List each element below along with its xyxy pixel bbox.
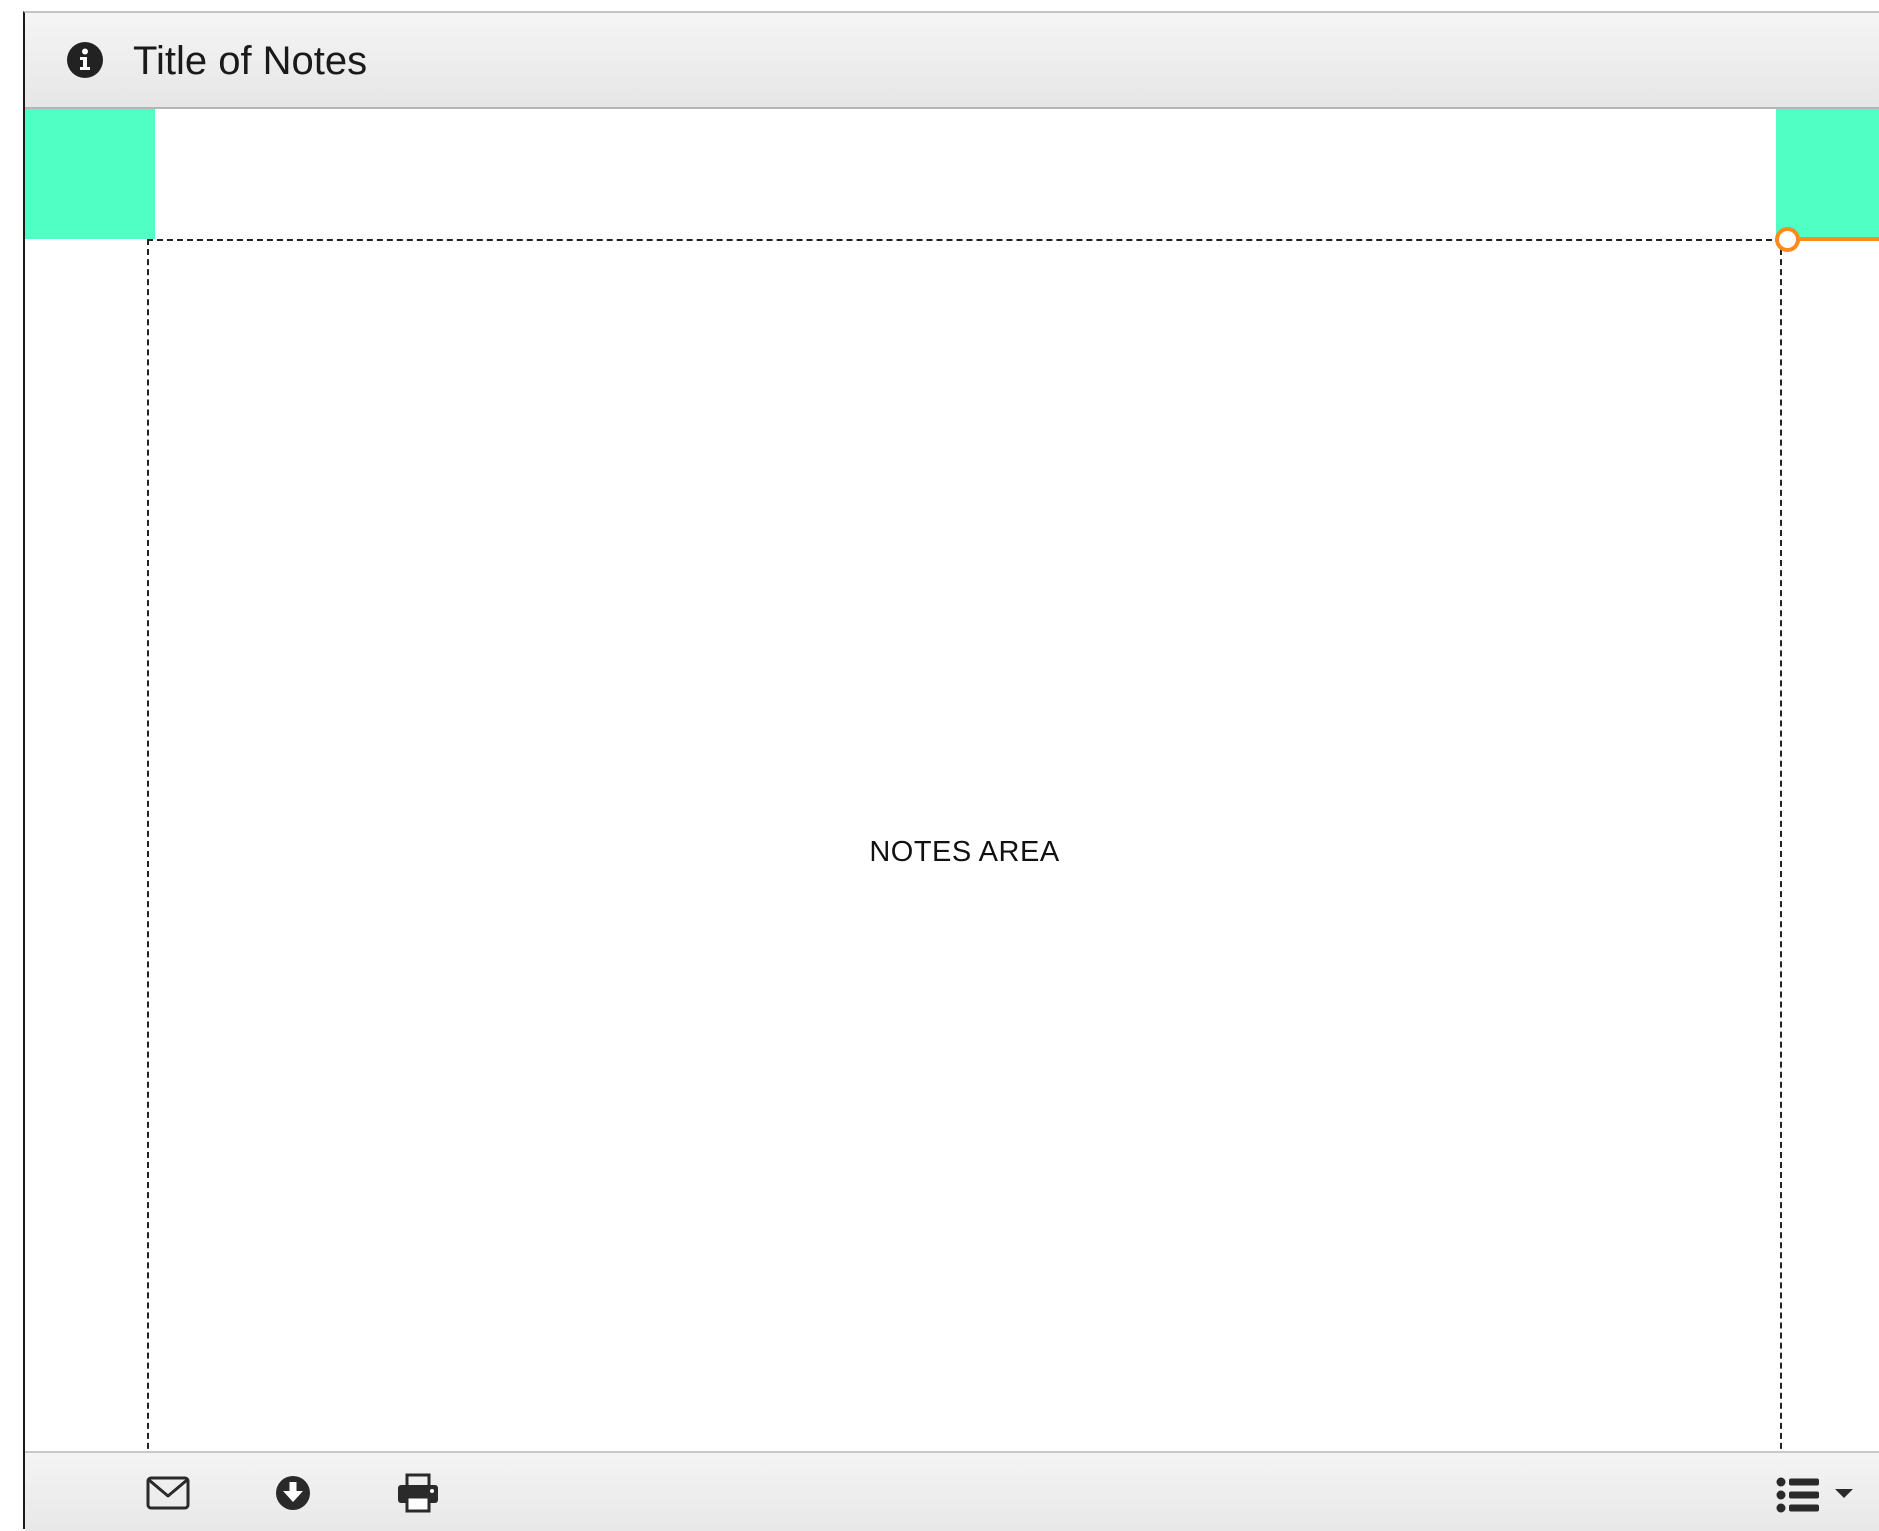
printer-icon[interactable]: [395, 1471, 441, 1515]
page-title: Title of Notes: [133, 39, 368, 83]
resize-guide-line: [1795, 237, 1879, 241]
notes-panel: Title of Notes NOTES AREA: [23, 11, 1879, 1531]
download-icon[interactable]: [270, 1471, 316, 1515]
list-icon: [1776, 1477, 1819, 1513]
notes-area-label: NOTES AREA: [869, 836, 1060, 868]
caret-down-icon: [1835, 1489, 1853, 1498]
envelope-icon[interactable]: [145, 1471, 191, 1515]
info-icon[interactable]: [66, 41, 104, 79]
right-margin-highlight: [1776, 109, 1879, 239]
resize-handle[interactable]: [1775, 227, 1800, 252]
panel-footer: [25, 1451, 1879, 1531]
panel-header: Title of Notes: [25, 13, 1879, 109]
notes-area[interactable]: NOTES AREA: [147, 239, 1782, 1479]
list-menu-dropdown[interactable]: [1775, 1473, 1860, 1517]
left-margin-highlight: [25, 109, 155, 239]
